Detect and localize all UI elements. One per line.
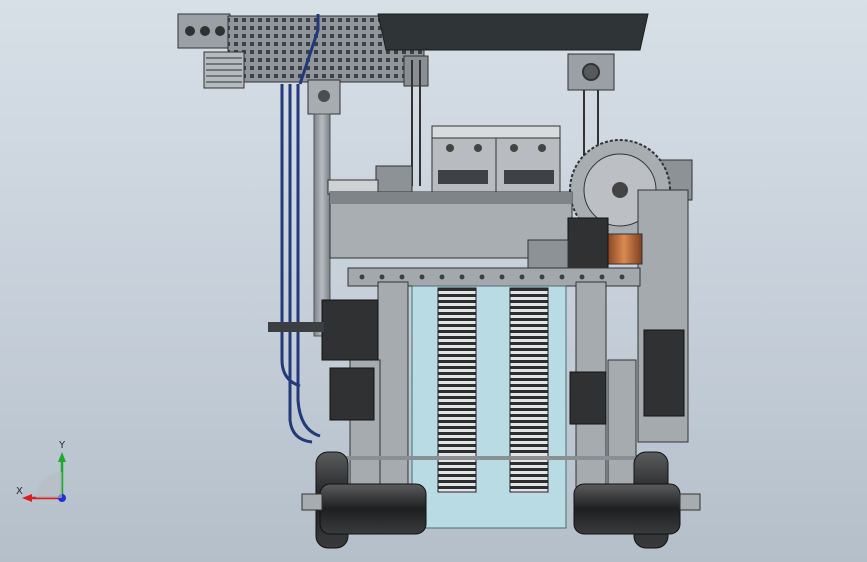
intake-modules: [431, 125, 561, 195]
robot-assembly-model[interactable]: [0, 0, 867, 562]
top-dark-plate: [377, 13, 649, 51]
triad-x-label: X: [16, 486, 23, 497]
orientation-triad: X Y: [14, 438, 84, 510]
triad-axes-icon: [22, 452, 66, 502]
triad-y-label: Y: [59, 440, 66, 451]
cad-viewport[interactable]: X Y: [0, 0, 867, 562]
